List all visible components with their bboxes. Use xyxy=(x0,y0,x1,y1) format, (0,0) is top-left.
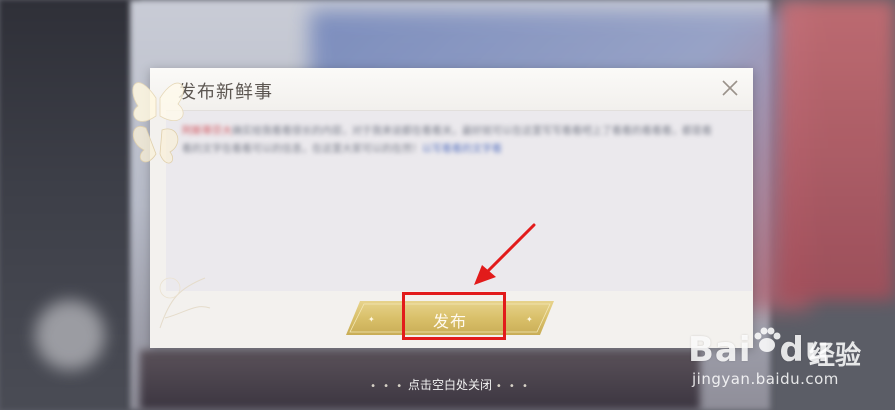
post-content-text: 阿斯蒂芬大确实给我看看很长的内容，对于我来说都在看看关，最好就可以在这里写写看看… xyxy=(182,123,712,159)
dialog-title: 发布新鲜事 xyxy=(178,82,273,103)
watermark-jingyan: 经验 xyxy=(809,341,862,371)
background-glow xyxy=(35,300,105,370)
baidu-jingyan-watermark: Bai du 经验 jingyan.baidu.com xyxy=(685,320,890,400)
paw-icon xyxy=(754,327,781,352)
publish-button-label: 发布 xyxy=(432,312,467,331)
publish-button[interactable]: ✦ ✦ 发布 xyxy=(346,301,554,335)
close-hint-right-dots: • • • xyxy=(495,381,530,392)
watermark-url: jingyan.baidu.com xyxy=(692,370,839,388)
close-icon[interactable] xyxy=(719,77,741,99)
close-hint-label: 点击空白处关闭 xyxy=(407,378,492,392)
background-pink-block xyxy=(780,0,895,300)
content-highlight: 阿斯蒂芬大 xyxy=(182,126,232,137)
publish-dialog: 发布新鲜事 阿斯蒂芬大确实给我看看很长的内容，对于我来说都在看看关，最好就可以在… xyxy=(132,68,753,348)
content-link[interactable]: 以写看看的文字看 xyxy=(422,144,502,155)
close-hint-left-dots: • • • xyxy=(370,381,405,392)
post-content-area[interactable]: 阿斯蒂芬大确实给我看看很长的内容，对于我来说都在看看关，最好就可以在这里写写看看… xyxy=(166,110,752,291)
close-hint[interactable]: • • • 点击空白处关闭 • • • xyxy=(360,376,540,393)
